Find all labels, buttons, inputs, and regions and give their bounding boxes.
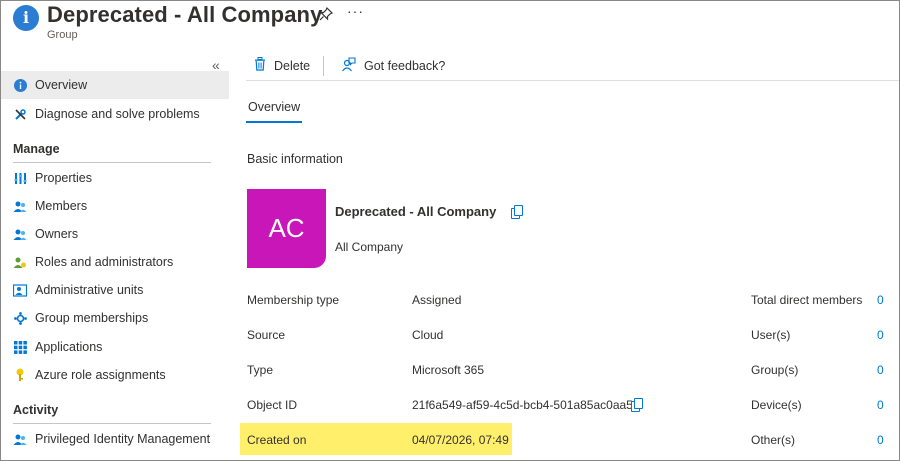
- group-name: Deprecated - All Company: [335, 204, 497, 219]
- sidebar-item-properties[interactable]: Properties: [1, 164, 229, 192]
- admin-units-icon: [13, 283, 27, 297]
- members-icon: [13, 199, 27, 213]
- owners-icon: [13, 227, 27, 241]
- sidebar-item-overview[interactable]: Overview: [1, 71, 229, 99]
- delete-label: Delete: [274, 58, 311, 73]
- stat-value-link[interactable]: 0: [877, 433, 884, 447]
- wrench-icon: [13, 107, 27, 121]
- stat-label: User(s): [751, 328, 791, 342]
- sidebar-item-label: Roles and administrators: [35, 255, 174, 269]
- property-label: Type: [247, 363, 274, 377]
- feedback-icon: [341, 57, 356, 75]
- stat-value-link[interactable]: 0: [877, 398, 884, 412]
- sidebar-item-label: Azure role assignments: [35, 368, 166, 382]
- property-label: Source: [247, 328, 286, 342]
- property-label: Created on: [247, 433, 307, 447]
- sidebar-item-group-memberships[interactable]: Group memberships: [1, 304, 229, 332]
- divider: [323, 56, 324, 76]
- sidebar-item-diagnose[interactable]: Diagnose and solve problems: [1, 100, 229, 128]
- roles-icon: [13, 255, 27, 269]
- property-value: Cloud: [412, 328, 444, 342]
- divider: [13, 423, 211, 424]
- command-bar: Delete Got feedback?: [246, 53, 899, 81]
- stat-label: Device(s): [751, 398, 802, 412]
- portal-window: i Deprecated - All Company Group ··· « O…: [0, 0, 900, 461]
- avatar: AC: [247, 189, 326, 268]
- feedback-button[interactable]: Got feedback?: [341, 57, 445, 75]
- property-label: Object ID: [247, 398, 298, 412]
- stat-label: Other(s): [751, 433, 796, 447]
- key-icon: [13, 368, 27, 382]
- page-subtitle: Group: [47, 29, 78, 41]
- tab-overview[interactable]: Overview: [248, 100, 300, 114]
- stat-value-link[interactable]: 0: [877, 363, 884, 377]
- delete-button[interactable]: Delete: [254, 57, 310, 74]
- copy-icon[interactable]: [511, 205, 523, 219]
- applications-icon: [13, 340, 27, 354]
- group-description: All Company: [335, 240, 404, 254]
- sidebar-item-azure-role-assignments[interactable]: Azure role assignments: [1, 361, 229, 389]
- group-memberships-icon: [13, 311, 27, 325]
- copy-icon[interactable]: [631, 398, 643, 412]
- stat-label: Group(s): [751, 363, 799, 377]
- feedback-label: Got feedback?: [364, 59, 446, 73]
- sidebar-item-roles[interactable]: Roles and administrators: [1, 248, 229, 276]
- sidebar-item-label: Diagnose and solve problems: [35, 107, 200, 121]
- properties-icon: [13, 171, 27, 185]
- sidebar-item-label: Owners: [35, 227, 79, 241]
- info-icon: [13, 78, 27, 92]
- section-manage: Manage: [13, 142, 60, 156]
- sidebar: « Overview Diagnose and solve problems M…: [1, 57, 230, 460]
- created-on-value: 04/07/2026, 07:49: [412, 433, 509, 447]
- sidebar-item-label: Privileged Identity Management: [35, 432, 211, 446]
- stat-value-link[interactable]: 0: [877, 293, 884, 307]
- info-icon: i: [13, 5, 39, 31]
- sidebar-item-label: Group memberships: [35, 311, 149, 325]
- pin-icon[interactable]: [319, 6, 334, 24]
- stat-value-link[interactable]: 0: [877, 328, 884, 342]
- sidebar-item-label: Members: [35, 199, 88, 213]
- pim-icon: [13, 432, 27, 446]
- more-options-button[interactable]: ···: [347, 3, 364, 19]
- property-label: Membership type: [247, 293, 340, 307]
- stat-label: Total direct members: [751, 293, 863, 307]
- blade-header: i Deprecated - All Company Group ···: [1, 1, 899, 45]
- object-id-value: 21f6a549-af59-4c5d-bcb4-501a85ac0aa5: [412, 398, 633, 412]
- sidebar-item-label: Overview: [35, 78, 88, 92]
- sidebar-item-owners[interactable]: Owners: [1, 220, 229, 248]
- sidebar-item-label: Properties: [35, 171, 92, 185]
- sidebar-item-label: Administrative units: [35, 283, 144, 297]
- divider: [13, 162, 211, 163]
- sidebar-item-admin-units[interactable]: Administrative units: [1, 276, 229, 304]
- sidebar-item-members[interactable]: Members: [1, 192, 229, 220]
- trash-icon: [254, 57, 266, 74]
- page-title: Deprecated - All Company: [47, 2, 323, 27]
- sidebar-item-applications[interactable]: Applications: [1, 333, 229, 361]
- property-value: Assigned: [412, 293, 462, 307]
- sidebar-item-label: Applications: [35, 340, 103, 354]
- tab-selected-indicator: [246, 121, 302, 123]
- section-heading: Basic information: [247, 152, 343, 166]
- property-value: Microsoft 365: [412, 363, 485, 377]
- sidebar-item-pim[interactable]: Privileged Identity Management: [1, 425, 229, 453]
- section-activity: Activity: [13, 403, 59, 417]
